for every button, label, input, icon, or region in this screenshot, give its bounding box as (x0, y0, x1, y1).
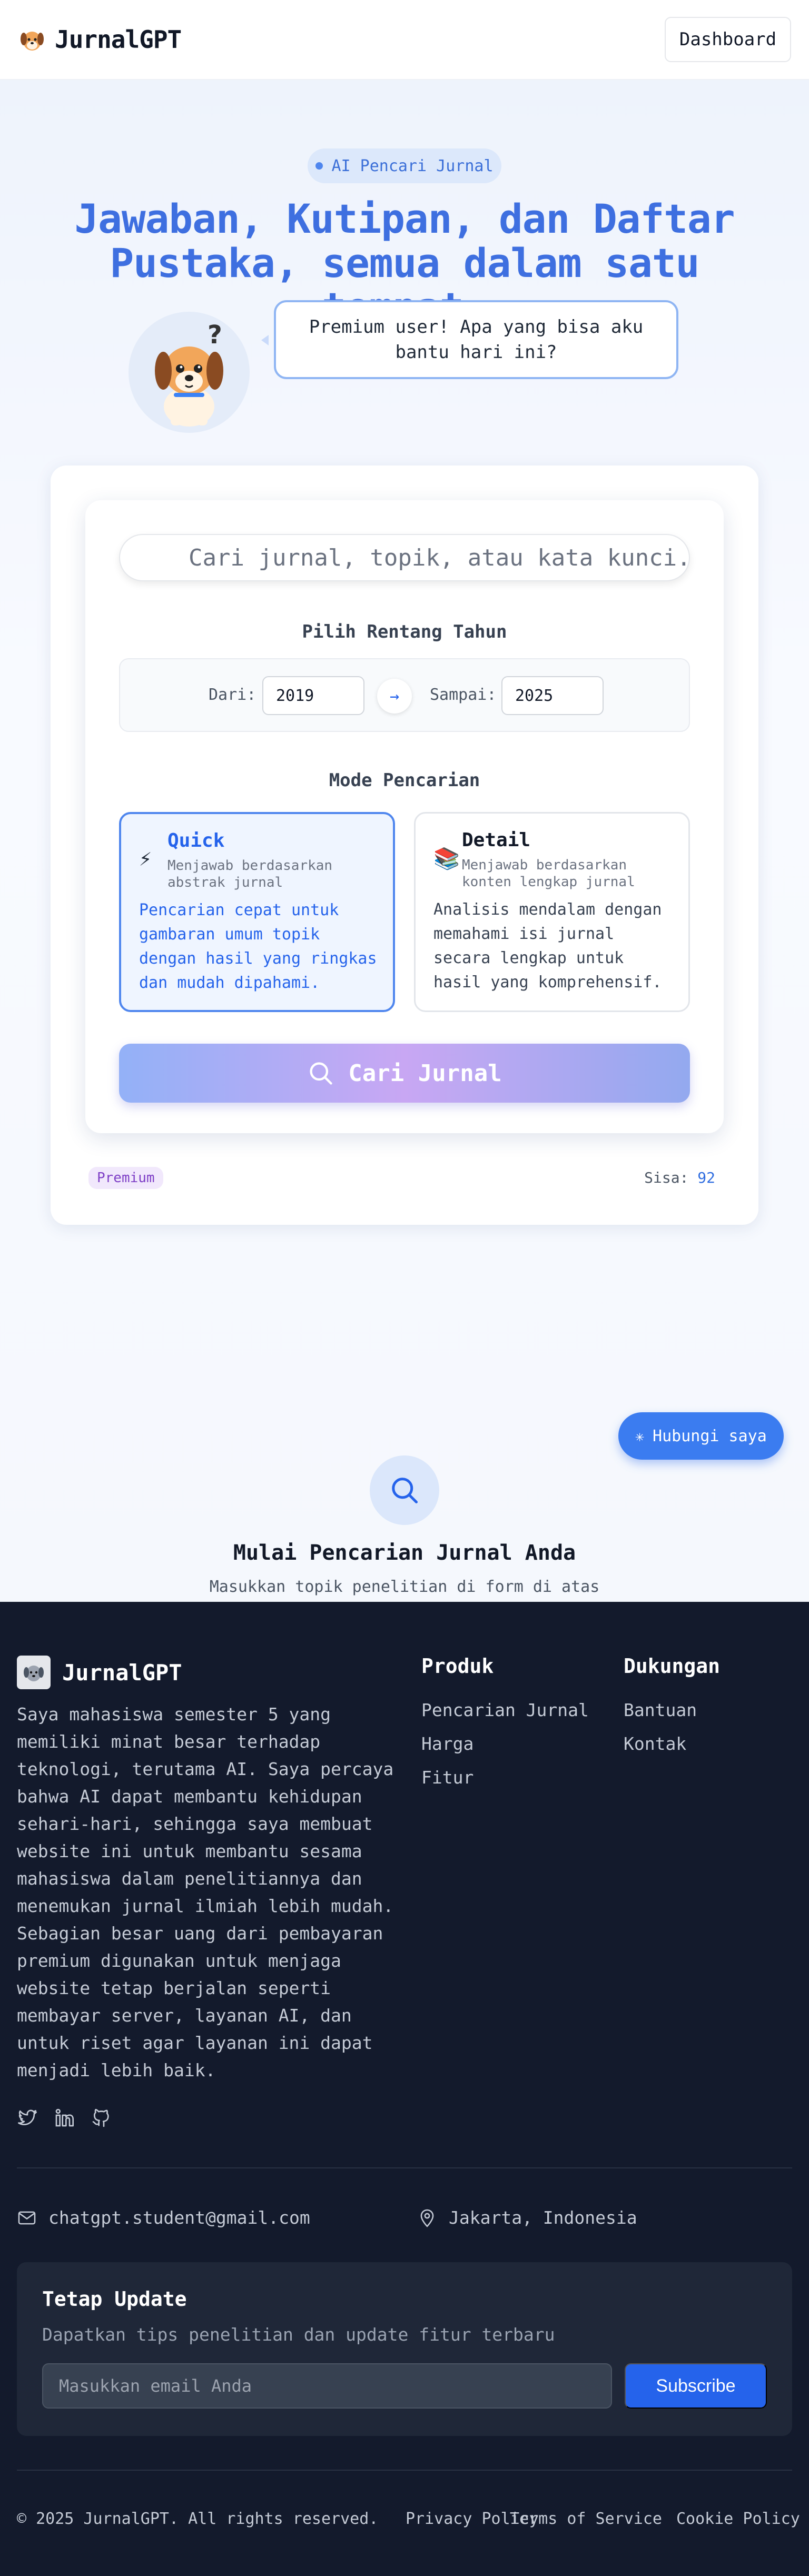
brand-name: JurnalGPT (55, 25, 182, 54)
contact-me-button[interactable]: ✳ Hubungi saya (618, 1412, 784, 1460)
linkedin-icon[interactable] (54, 2107, 75, 2128)
dashboard-button[interactable]: Dashboard (665, 17, 791, 62)
newsletter-box: Tetap Update Dapatkan tips penelitian da… (17, 2262, 792, 2436)
newsletter-email-input[interactable] (42, 2363, 612, 2409)
to-year-input[interactable] (501, 676, 604, 715)
dog-mascot-icon: ? (155, 320, 223, 427)
footer-link-kontak[interactable]: Kontak (624, 1733, 686, 1754)
twitter-icon[interactable] (17, 2107, 38, 2128)
dog-logo-icon (21, 32, 44, 51)
hero-section: AI Pencari Jurnal Jawaban, Kutipan, dan … (0, 80, 809, 1602)
books-icon: 📚 (433, 847, 460, 871)
search-panel: Pilih Rentang Tahun Dari: → Sampai: Mode… (51, 465, 758, 1225)
lightning-icon: ⚡ (139, 847, 152, 871)
footer-link-bantuan[interactable]: Bantuan (624, 1700, 697, 1720)
search-mode-heading: Mode Pencarian (329, 770, 480, 791)
mascot: ? (129, 312, 250, 433)
to-label: Sampai: (430, 686, 497, 704)
map-pin-icon (420, 2209, 434, 2227)
footer-brand-name: JurnalGPT (62, 1659, 182, 1686)
svg-text:?: ? (208, 320, 222, 350)
footer-divider (17, 2167, 792, 2168)
mode-title: Quick (167, 830, 225, 851)
speech-bubble-tail (261, 335, 269, 345)
search-submit-button[interactable]: Cari Jurnal (119, 1044, 690, 1103)
copyright: © 2025 JurnalGPT. All rights reserved. (17, 2510, 379, 2528)
year-range-panel: Dari: → Sampai: (119, 658, 690, 732)
footer-produk-title: Produk (421, 1654, 494, 1678)
pill-dot-icon (315, 162, 323, 170)
newsletter-subtitle: Dapatkan tips penelitian dan update fitu… (42, 2324, 555, 2345)
footer-email-text: chatgpt.student@gmail.com (48, 2207, 310, 2228)
empty-state-title: Mulai Pencarian Jurnal Anda (233, 1541, 576, 1565)
search-icon (392, 1478, 418, 1503)
brand[interactable]: JurnalGPT (18, 25, 182, 54)
search-submit-label: Cari Jurnal (348, 1059, 502, 1087)
remaining-label: Sisa: (644, 1169, 689, 1186)
footer-location-text: Jakarta, Indonesia (449, 2207, 637, 2228)
contact-me-label: Hubungi saya (653, 1426, 767, 1445)
footer-link-harga[interactable]: Harga (421, 1733, 473, 1754)
mode-description: Analisis mendalam dengan memahami isi ju… (433, 900, 662, 992)
footer-about-text: Saya mahasiswa semester 5 yang memiliki … (17, 1704, 394, 2080)
mode-card-quick[interactable]: ⚡ Quick Menjawab berdasarkan abstrak jur… (119, 812, 395, 1012)
empty-state-subtitle: Masukkan topik penelitian di form di ata… (209, 1578, 600, 1596)
mail-icon (18, 2211, 36, 2224)
hero-pill-label: AI Pencari Jurnal (331, 156, 494, 175)
footer-location: Jakarta, Indonesia (417, 2207, 637, 2228)
remaining-value: 92 (697, 1169, 715, 1186)
from-label: Dari: (209, 686, 256, 704)
site-footer: JurnalGPT Saya mahasiswa semester 5 yang… (0, 1602, 809, 2576)
footer-brand: JurnalGPT (17, 1656, 182, 1689)
hero-pill: AI Pencari Jurnal (308, 148, 501, 183)
terms-of-service-link[interactable]: Terms of Service (510, 2510, 662, 2528)
remaining-quota: Sisa: 92 (644, 1169, 715, 1186)
footer-divider (17, 2470, 792, 2471)
newsletter-title: Tetap Update (42, 2287, 187, 2311)
search-icon (310, 1062, 332, 1085)
hero-title-line-1: Jawaban, Kutipan, dan Daftar (74, 195, 735, 242)
mode-description: Pencarian cepat untuk gambaran umum topi… (139, 901, 377, 992)
empty-state-icon-circle (370, 1455, 439, 1525)
plan-badge: Premium (88, 1167, 163, 1189)
cookie-policy-link[interactable]: Cookie Policy (676, 2510, 800, 2528)
subscribe-button[interactable]: Subscribe (625, 2363, 767, 2409)
speech-bubble: Premium user! Apa yang bisa aku bantu ha… (274, 300, 678, 379)
site-header: JurnalGPT Dashboard (0, 0, 809, 80)
footer-email[interactable]: chatgpt.student@gmail.com (17, 2207, 310, 2228)
year-range-heading: Pilih Rentang Tahun (302, 621, 507, 642)
mode-title: Detail (462, 829, 531, 851)
footer-link-fitur[interactable]: Fitur (421, 1767, 473, 1788)
footer-dukungan-title: Dukungan (624, 1654, 721, 1678)
github-icon[interactable] (91, 2107, 112, 2128)
footer-link-pencarian-jurnal[interactable]: Pencarian Jurnal (421, 1700, 589, 1720)
sparkle-icon: ✳ (635, 1427, 645, 1445)
from-year-input[interactable] (262, 676, 364, 715)
mode-subtitle: Menjawab berdasarkan abstrak jurnal (167, 858, 333, 890)
dog-logo-icon (17, 1656, 51, 1689)
search-form-card: Pilih Rentang Tahun Dari: → Sampai: Mode… (85, 500, 724, 1133)
arrow-right-icon: → (377, 679, 412, 714)
mode-card-detail[interactable]: 📚 Detail Menjawab berdasarkan konten len… (414, 812, 690, 1012)
search-input[interactable] (119, 534, 690, 581)
mode-subtitle: Menjawab berdasarkan konten lengkap jurn… (462, 857, 635, 890)
